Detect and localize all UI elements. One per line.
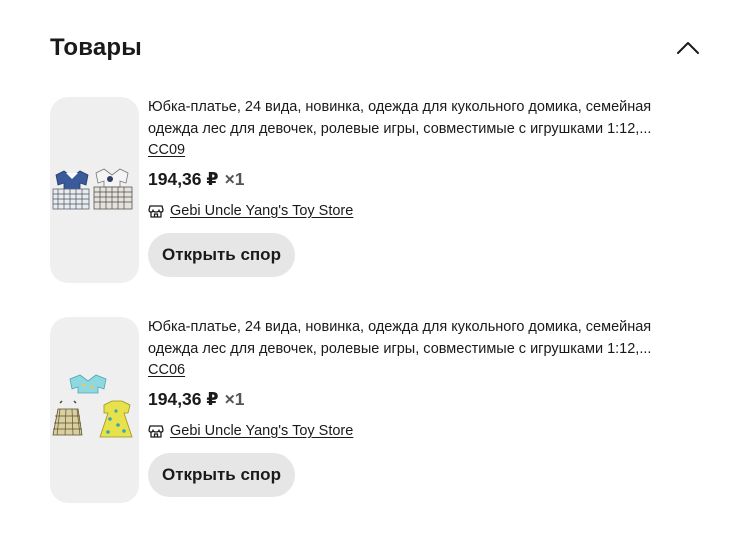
product-quantity: ×1	[224, 389, 245, 409]
open-dispute-button[interactable]: Открыть спор	[148, 233, 295, 277]
product-quantity: ×1	[224, 169, 245, 189]
store-icon	[148, 425, 164, 438]
store-row: Gebi Uncle Yang's Toy Store	[148, 202, 700, 220]
store-icon	[148, 205, 164, 218]
store-link[interactable]: Gebi Uncle Yang's Toy Store	[170, 422, 353, 440]
product-price: 194,36 ₽	[148, 389, 219, 409]
chevron-up-icon	[677, 42, 699, 54]
product-info: Юбка-платье, 24 вида, новинка, одежда дл…	[148, 97, 700, 283]
product-price: 194,36 ₽	[148, 169, 219, 189]
price-row: 194,36 ₽ ×1	[148, 389, 700, 410]
product-image[interactable]	[50, 317, 139, 503]
product-variant[interactable]: CC06	[148, 360, 185, 380]
product-item: Юбка-платье, 24 вида, новинка, одежда дл…	[50, 317, 700, 503]
product-list: Юбка-платье, 24 вида, новинка, одежда дл…	[50, 97, 700, 537]
product-info: Юбка-платье, 24 вида, новинка, одежда дл…	[148, 317, 700, 503]
section-header: Товары	[50, 30, 700, 66]
product-title[interactable]: Юбка-платье, 24 вида, новинка, одежда дл…	[148, 96, 700, 140]
doll-clothes-image	[52, 374, 133, 438]
product-image[interactable]	[50, 97, 139, 283]
collapse-toggle[interactable]	[674, 34, 702, 62]
doll-clothes-image	[52, 168, 133, 210]
section-title: Товары	[50, 34, 142, 61]
store-row: Gebi Uncle Yang's Toy Store	[148, 422, 700, 440]
product-variant[interactable]: CC09	[148, 140, 185, 160]
price-row: 194,36 ₽ ×1	[148, 169, 700, 190]
product-title[interactable]: Юбка-платье, 24 вида, новинка, одежда дл…	[148, 316, 700, 360]
product-item: Юбка-платье, 24 вида, новинка, одежда дл…	[50, 97, 700, 283]
store-link[interactable]: Gebi Uncle Yang's Toy Store	[170, 202, 353, 220]
open-dispute-button[interactable]: Открыть спор	[148, 453, 295, 497]
